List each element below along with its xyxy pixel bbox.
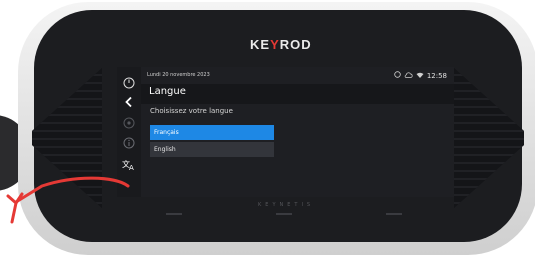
arrow-head-icon bbox=[6, 192, 24, 205]
annotation-arrow bbox=[6, 176, 130, 224]
